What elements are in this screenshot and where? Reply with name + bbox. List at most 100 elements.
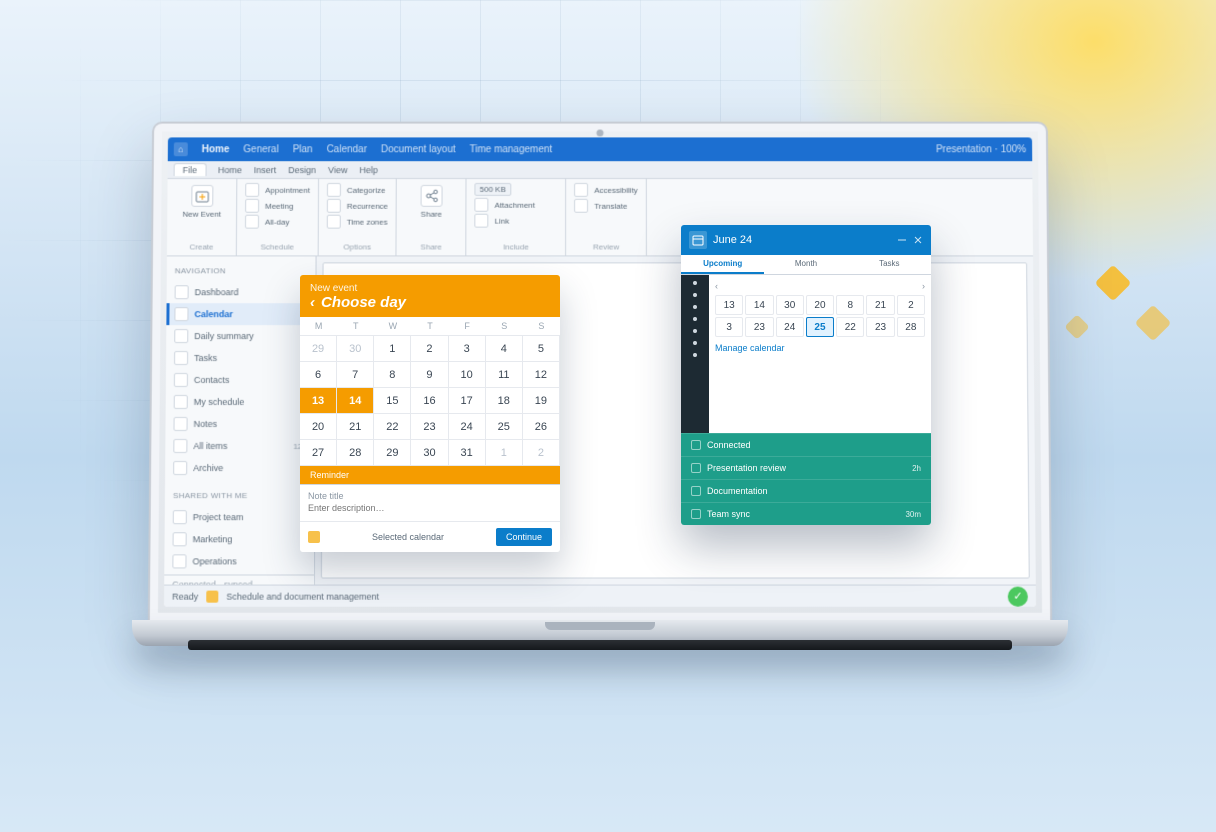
ribbon-button[interactable]: Categorize: [327, 183, 388, 197]
mini-day[interactable]: 13: [715, 295, 743, 315]
mini-day[interactable]: 2: [897, 295, 925, 315]
calendar-day[interactable]: 29: [300, 336, 337, 362]
calendar-day[interactable]: 30: [411, 440, 448, 466]
sidebar-item[interactable]: Operations: [164, 550, 314, 572]
calendar-day[interactable]: 14: [337, 388, 374, 414]
task-item[interactable]: Documentation: [681, 479, 931, 502]
ribbon-button[interactable]: All-day: [245, 215, 310, 229]
ribbon-button[interactable]: Meeting: [245, 199, 310, 213]
ribbon-button[interactable]: Appointment: [245, 183, 310, 197]
mini-day[interactable]: 28: [897, 317, 925, 337]
sidebar-item[interactable]: Notes: [165, 413, 314, 435]
calendar-day[interactable]: 20: [300, 414, 337, 440]
panel-tab[interactable]: Upcoming: [681, 255, 764, 274]
sidebar-item[interactable]: Dashboard: [167, 281, 316, 303]
calendar-day[interactable]: 21: [337, 414, 374, 440]
menu-item[interactable]: Home: [202, 144, 230, 155]
checkbox-icon[interactable]: [691, 509, 701, 519]
menu-item[interactable]: Plan: [293, 144, 313, 155]
mini-day[interactable]: 23: [866, 317, 894, 337]
sidebar-item[interactable]: Calendar: [166, 303, 315, 325]
sync-ok-icon[interactable]: ✓: [1008, 586, 1028, 606]
sidebar-item[interactable]: Tasks: [166, 347, 315, 369]
checkbox-icon[interactable]: [691, 463, 701, 473]
calendar-day[interactable]: 27: [300, 440, 337, 466]
calendar-day[interactable]: 17: [449, 388, 486, 414]
ribbon-tab[interactable]: Insert: [254, 165, 276, 175]
ribbon-new-event-button[interactable]: New Event: [175, 183, 228, 221]
ribbon-button[interactable]: Accessibility: [574, 183, 637, 197]
sidebar-item[interactable]: Archive: [165, 457, 314, 479]
calendar-day[interactable]: 23: [411, 414, 448, 440]
calendar-day[interactable]: 1: [486, 440, 523, 466]
calendar-day[interactable]: 13: [300, 388, 337, 414]
calendar-day[interactable]: 2: [411, 336, 448, 362]
mini-day[interactable]: 25: [806, 317, 834, 337]
calendar-day[interactable]: 15: [374, 388, 411, 414]
sidebar-item[interactable]: Project team: [165, 506, 315, 528]
ribbon-button[interactable]: Recurrence: [327, 199, 388, 213]
calendar-day[interactable]: 24: [449, 414, 486, 440]
calendar-day[interactable]: 6: [300, 362, 337, 388]
ribbon-tab[interactable]: Help: [359, 165, 377, 175]
mini-day[interactable]: 20: [806, 295, 834, 315]
checkbox-icon[interactable]: [691, 486, 701, 496]
close-icon[interactable]: [913, 235, 923, 245]
calendar-left-icon[interactable]: ‹: [310, 294, 315, 311]
task-item[interactable]: Connected: [681, 433, 931, 456]
calendar-day[interactable]: 8: [374, 362, 411, 388]
calendar-day[interactable]: 7: [337, 362, 374, 388]
ribbon-button[interactable]: Time zones: [327, 215, 388, 229]
ribbon-button[interactable]: Translate: [574, 199, 637, 213]
calendar-day[interactable]: 28: [337, 440, 374, 466]
ribbon-button[interactable]: Attachment: [475, 198, 558, 212]
calendar-day[interactable]: 10: [449, 362, 486, 388]
mini-day[interactable]: 23: [745, 317, 773, 337]
calendar-day[interactable]: 25: [486, 414, 523, 440]
ribbon-share-button[interactable]: Share: [405, 183, 458, 221]
calendar-day[interactable]: 9: [411, 362, 448, 388]
month-next-button[interactable]: ›: [922, 281, 925, 291]
mini-day[interactable]: 3: [715, 317, 743, 337]
calendar-day[interactable]: 1: [374, 336, 411, 362]
panel-tab[interactable]: Tasks: [848, 255, 931, 274]
calendar-day[interactable]: 4: [486, 336, 523, 362]
menu-item[interactable]: General: [243, 144, 278, 155]
menu-item[interactable]: Document layout: [381, 144, 456, 155]
menu-item[interactable]: Calendar: [327, 144, 367, 155]
ribbon-tab[interactable]: Design: [288, 165, 316, 175]
sidebar-item[interactable]: Marketing: [164, 528, 314, 550]
calendar-day[interactable]: 12: [523, 362, 560, 388]
mini-day[interactable]: 21: [866, 295, 894, 315]
calendar-day[interactable]: 11: [486, 362, 523, 388]
app-logo-icon[interactable]: ⌂: [174, 142, 188, 156]
calendar-day[interactable]: 3: [449, 336, 486, 362]
calendar-day[interactable]: 16: [411, 388, 448, 414]
sidebar-item[interactable]: Contacts: [166, 369, 315, 391]
task-item[interactable]: Presentation review2h: [681, 456, 931, 479]
month-prev-button[interactable]: ‹: [715, 281, 718, 291]
ribbon-button[interactable]: Link: [475, 214, 558, 228]
calendar-day[interactable]: 19: [523, 388, 560, 414]
manage-calendar-link[interactable]: Manage calendar: [715, 343, 925, 353]
minimize-icon[interactable]: [897, 235, 907, 245]
panel-tab[interactable]: Month: [764, 255, 847, 274]
calendar-day[interactable]: 30: [337, 336, 374, 362]
calendar-day[interactable]: 18: [486, 388, 523, 414]
mini-day[interactable]: 30: [776, 295, 804, 315]
note-title-input[interactable]: [308, 501, 552, 515]
calendar-day[interactable]: 22: [374, 414, 411, 440]
sidebar-item[interactable]: All items120: [165, 435, 314, 457]
calendar-day[interactable]: 2: [523, 440, 560, 466]
menu-item[interactable]: Time management: [470, 144, 553, 155]
mini-day[interactable]: 22: [836, 317, 864, 337]
task-item[interactable]: Team sync30m: [681, 502, 931, 525]
calendar-day[interactable]: 29: [374, 440, 411, 466]
mini-day[interactable]: 8: [836, 295, 864, 315]
ribbon-tab[interactable]: Home: [218, 165, 242, 175]
calendar-day[interactable]: 5: [523, 336, 560, 362]
ribbon-tab[interactable]: File: [174, 163, 206, 176]
sidebar-item[interactable]: Daily summary3: [166, 325, 315, 347]
continue-button[interactable]: Continue: [496, 528, 552, 546]
calendar-day[interactable]: 26: [523, 414, 560, 440]
